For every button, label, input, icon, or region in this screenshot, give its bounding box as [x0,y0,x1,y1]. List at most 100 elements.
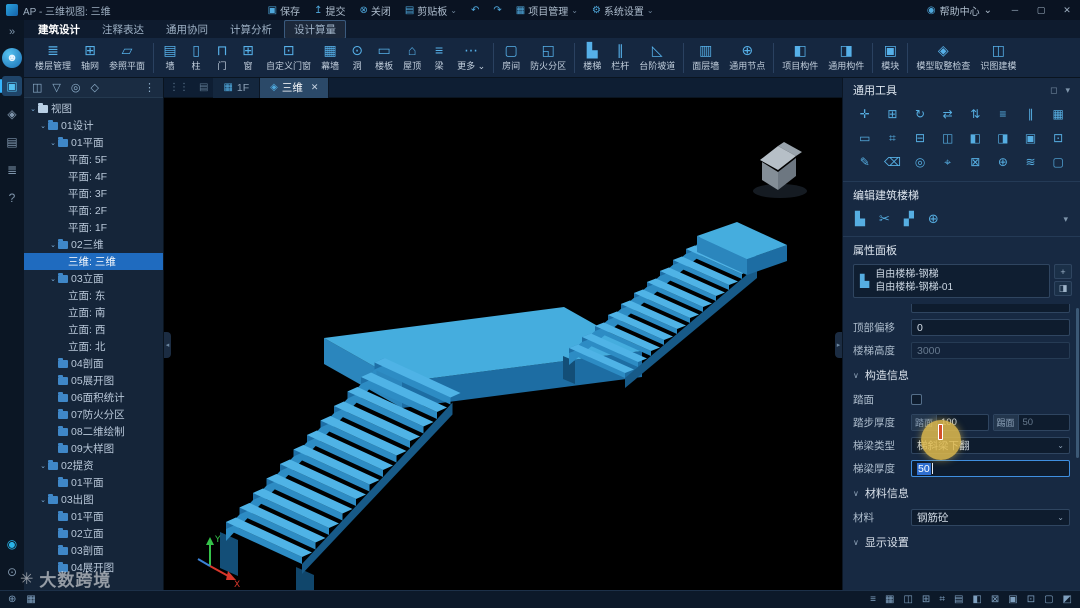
caret-icon[interactable]: ▾ [1063,214,1068,225]
tree-item[interactable]: 立面: 西 [24,321,163,338]
ribbon-button[interactable]: ▢ 房间 [497,39,525,77]
property-input[interactable]: 0 [911,319,1070,336]
leftstrip-user-avatar[interactable]: ☻ [2,48,22,68]
stair-edit-header[interactable]: 编辑建筑楼梯 [843,183,1080,207]
tree-item[interactable]: ⌄ 03立面 [24,270,163,287]
leftstrip-nav-compass[interactable]: ◈ [2,104,22,124]
status-icon-right-9[interactable]: ▣ [1008,594,1017,605]
3d-model-staircase[interactable]: YX [164,98,842,590]
tool-icon-20[interactable]: ⌖ [934,150,962,174]
status-icon-right-8[interactable]: ⊠ [991,594,999,605]
ribbon-button[interactable]: ▭ 楼板 [370,39,398,77]
section-header[interactable]: ∨ 构造信息 [843,362,1080,388]
ribbon-button[interactable]: ⊓ 门 [209,39,235,77]
tree-item[interactable]: 01平面 [24,474,163,491]
tree-item[interactable]: 三维: 三维 [24,253,163,270]
tool-icon-16[interactable]: ⊡ [1044,126,1072,150]
more-icon[interactable]: ⋮ [144,81,155,94]
close-tab-icon[interactable]: ✕ [311,82,319,93]
tool-icon-5[interactable]: ⇅ [962,102,990,126]
ribbon-button[interactable]: ≣ 楼层管理 [30,39,76,77]
tool-icon-13[interactable]: ◧ [962,126,990,150]
help-center-menu[interactable]: ◉ 帮助中心 ⌄ [917,3,1002,18]
ribbon-button[interactable]: ⊞ 窗 [235,39,261,77]
tool-icon-11[interactable]: ⊟ [906,126,934,150]
tree-item[interactable]: 平面: 3F [24,185,163,202]
tool-icon-8[interactable]: ▦ [1044,102,1072,126]
property-input[interactable]: 50 [911,460,1070,477]
tools-header-icon-2[interactable]: ▾ [1065,85,1070,96]
status-icon-right-6[interactable]: ▤ [954,594,963,605]
tool-icon-4[interactable]: ⇄ [934,102,962,126]
property-select[interactable]: 钢筋砼 ⌄ [911,509,1070,526]
tree-item[interactable]: 07防火分区 [24,406,163,423]
status-icon-right-7[interactable]: ◧ [972,594,981,605]
ribbon-button[interactable]: ▤ 墙 [157,39,183,77]
tree-item[interactable]: 平面: 5F [24,151,163,168]
collapse-panel-icon[interactable]: » [9,26,15,38]
property-checkbox[interactable] [911,394,922,405]
ribbon-button[interactable]: ⋯ 更多 ⌄ [452,39,490,77]
tool-icon-18[interactable]: ⌫ [879,150,907,174]
view-tab[interactable]: ▦ 1F [213,77,261,98]
tool-icon-1[interactable]: ✛ [851,102,879,126]
stair-edit-icon-4[interactable]: ⊕ [928,211,939,227]
minimize-button[interactable]: ─ [1002,0,1028,20]
tree-item[interactable]: 08二维绘制 [24,423,163,440]
leftstrip-record[interactable]: ◉ [2,534,22,554]
tool-icon-21[interactable]: ⊠ [962,150,990,174]
ribbon-button[interactable]: ▦ 幕墙 [316,39,344,77]
tool-icon-15[interactable]: ▣ [1017,126,1045,150]
tool-icon-7[interactable]: ∥ [1017,102,1045,126]
status-icon-right-1[interactable]: ≡ [870,594,876,605]
ribbon-button[interactable]: ◧ 项目构件 [777,39,823,77]
ribbon-tab[interactable]: 设计算量 [284,19,346,39]
status-icon-left-1[interactable]: ⊕ [8,594,16,605]
menu-save[interactable]: ▣ 保存 [261,0,307,20]
type-selector-box[interactable]: ▙ 自由楼梯-钢梯 自由楼梯-钢梯-01 [853,264,1050,298]
views-icon[interactable]: ▤ [194,82,213,93]
tree-item[interactable]: 01平面 [24,508,163,525]
ribbon-button[interactable]: ◫ 识图建模 [975,39,1021,77]
type-selector[interactable]: ▙ 自由楼梯-钢梯 自由楼梯-钢梯-01 + ◨ [853,264,1072,298]
section-header[interactable]: ∨ 显示设置 [843,529,1080,555]
ribbon-button[interactable]: ⊕ 通用节点 [724,39,770,77]
tool-icon-17[interactable]: ✎ [851,150,879,174]
tool-icon-19[interactable]: ◎ [906,150,934,174]
tool-icon-12[interactable]: ◫ [934,126,962,150]
tool-icon-2[interactable]: ⊞ [879,102,907,126]
dual-input-b[interactable]: 踢面 50 [992,414,1070,431]
filter-icon[interactable]: ▽ [52,81,60,94]
tree-item[interactable]: ⌄ 视图 [24,100,163,117]
tree-item[interactable]: 02立面 [24,525,163,542]
menu-close-doc[interactable]: ⊗ 关闭 [352,0,397,20]
menu-system-settings[interactable]: ⚙ 系统设置 ⌄ [585,0,661,20]
ribbon-tab[interactable]: 建筑设计 [28,20,90,39]
tree-item[interactable]: 平面: 4F [24,168,163,185]
stair-edit-icon-2[interactable]: ✂ [879,211,890,227]
view-mode-icon[interactable]: ◫ [32,81,42,94]
tree-item[interactable]: ⌄ 02提资 [24,457,163,474]
status-icon-right-3[interactable]: ◫ [903,594,912,605]
ribbon-button[interactable]: ⊙ 洞 [344,39,370,77]
stair-edit-icon-3[interactable]: ▞ [904,211,914,227]
tool-icon-14[interactable]: ◨ [989,126,1017,150]
ribbon-button[interactable]: ⊞ 轴网 [76,39,104,77]
property-input[interactable] [911,304,1070,313]
leftstrip-zoom-tool[interactable]: ⊙ [2,562,22,582]
ribbon-button[interactable]: ◈ 模型取整检查 [911,39,975,77]
ribbon-button[interactable]: ▯ 柱 [183,39,209,77]
more-type-button[interactable]: ◨ [1054,281,1072,296]
leftstrip-module-design[interactable]: ▣ [0,76,22,96]
scrollbar-thumb[interactable] [1076,308,1079,458]
tree-item[interactable]: ⌄ 01设计 [24,117,163,134]
collapse-left-panel-handle[interactable]: ◂ [164,332,171,358]
tree-item[interactable]: 03剖面 [24,542,163,559]
settings-icon[interactable]: ◇ [90,81,98,94]
leftstrip-help[interactable]: ? [2,188,22,208]
ribbon-button[interactable]: ⌂ 屋顶 [398,39,426,77]
tools-header-icon-1[interactable]: ◻ [1050,85,1057,96]
status-icon-left-2[interactable]: ▦ [26,594,35,605]
tools-panel-header[interactable]: 通用工具 ◻ ▾ [843,78,1080,102]
ribbon-button[interactable]: ◺ 台阶坡道 [634,39,680,77]
